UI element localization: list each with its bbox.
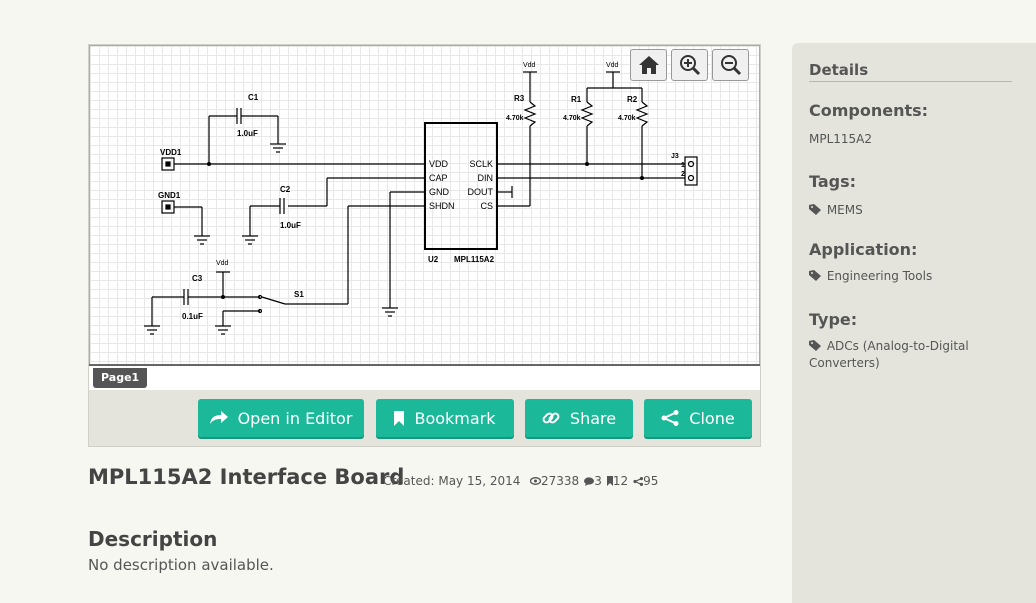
application-value[interactable]: Engineering Tools xyxy=(809,268,1009,285)
components-value[interactable]: MPL115A2 xyxy=(809,131,1009,148)
project-title: MPL115A2 Interface Board xyxy=(88,465,405,489)
application-value-text: Engineering Tools xyxy=(826,269,933,283)
comment-icon xyxy=(584,476,595,486)
description-text: No description available. xyxy=(88,556,274,574)
tag-mems-text: MEMS xyxy=(826,203,863,217)
components-label: Components: xyxy=(809,101,929,120)
c1-label: C1 xyxy=(248,93,259,102)
r3-value: 4.70k xyxy=(506,115,524,122)
vdd-label-r3: Vdd xyxy=(523,62,536,69)
pin-cs: CS xyxy=(480,201,493,211)
details-sidebar: Details Components: MPL115A2 Tags: MEMS … xyxy=(792,43,1036,603)
application-label: Application: xyxy=(809,240,918,259)
bookmark-icon xyxy=(394,410,405,426)
share-label: Share xyxy=(569,408,617,428)
s1-label: S1 xyxy=(294,290,304,299)
zoom-out-icon xyxy=(720,55,741,76)
pin-vdd: VDD xyxy=(429,159,449,169)
c3-label: C3 xyxy=(192,274,203,283)
type-value[interactable]: ADCs (Analog-to-Digital Converters) xyxy=(809,338,1009,372)
tags-label: Tags: xyxy=(809,172,857,191)
vdd-label-r1r2: Vdd xyxy=(606,62,619,69)
eye-icon xyxy=(530,477,541,485)
r1-value: 4.70k xyxy=(563,115,581,122)
pin-shdn: SHDN xyxy=(429,201,455,211)
tag-icon xyxy=(809,204,821,215)
share-arrow-icon xyxy=(209,411,228,424)
clone-button[interactable]: Clone xyxy=(644,399,752,437)
components-value-text: MPL115A2 xyxy=(809,132,873,146)
tag-icon xyxy=(809,270,821,281)
pin-din: DIN xyxy=(478,173,494,183)
pin-gnd: GND xyxy=(429,187,450,197)
page-tab[interactable]: Page1 xyxy=(93,368,148,388)
zoom-in-button[interactable] xyxy=(671,49,708,81)
r2-value: 4.70k xyxy=(618,115,636,122)
r2-label: R2 xyxy=(627,95,638,104)
pin-sclk: SCLK xyxy=(469,159,493,169)
views-stat: 27338 xyxy=(530,474,579,488)
pin-cap: CAP xyxy=(429,173,448,183)
open-in-editor-button[interactable]: Open in Editor xyxy=(198,399,364,437)
clones-count: 95 xyxy=(643,474,659,488)
tag-icon xyxy=(809,340,821,351)
clone-label: Clone xyxy=(689,408,735,428)
c2-label: C2 xyxy=(280,185,291,194)
r3-label: R3 xyxy=(514,94,525,103)
schematic-canvas[interactable]: VDD1 GND1 C1 1.0uF C2 1.0uF C3 0.1uF Vdd… xyxy=(89,45,760,390)
comments-stat: 3 xyxy=(584,474,602,488)
bookmark-button[interactable]: Bookmark xyxy=(376,399,514,437)
c3-value: 0.1uF xyxy=(182,312,203,321)
tag-mems[interactable]: MEMS xyxy=(809,202,1009,219)
created-date: Created: May 15, 2014 xyxy=(383,474,521,488)
home-icon xyxy=(638,56,659,74)
share-button[interactable]: Share xyxy=(525,399,633,437)
u2-name: MPL115A2 xyxy=(454,255,495,264)
type-label: Type: xyxy=(809,310,858,329)
bookmark-label: Bookmark xyxy=(414,408,496,428)
open-in-editor-label: Open in Editor xyxy=(237,408,353,428)
description-heading: Description xyxy=(88,527,218,551)
j3-pin2: 2 xyxy=(681,171,685,178)
details-heading: Details xyxy=(809,61,1012,82)
gnd1-label: GND1 xyxy=(158,191,181,200)
views-count: 27338 xyxy=(541,474,580,488)
home-button[interactable] xyxy=(630,49,667,81)
j3-pin1: 1 xyxy=(681,162,685,169)
c1-value: 1.0uF xyxy=(237,129,258,138)
r1-label: R1 xyxy=(571,95,582,104)
vdd1-label: VDD1 xyxy=(160,148,182,157)
j3-label: J3 xyxy=(671,153,679,160)
bookmarks-count: 12 xyxy=(612,474,629,488)
clones-stat: 95 xyxy=(633,474,658,488)
page-bar: Page1 xyxy=(89,364,760,390)
bookmarks-stat: 12 xyxy=(606,474,629,488)
vdd-label-c3: Vdd xyxy=(216,260,229,267)
clone-small-icon xyxy=(633,476,644,486)
c2-value: 1.0uF xyxy=(280,221,301,230)
zoom-out-button[interactable] xyxy=(712,49,749,81)
comments-count: 3 xyxy=(594,474,602,488)
clone-icon xyxy=(661,410,679,426)
link-icon xyxy=(542,412,560,424)
schematic-drawing: VDD1 GND1 C1 1.0uF C2 1.0uF C3 0.1uF Vdd… xyxy=(144,62,698,335)
type-value-text: ADCs (Analog-to-Digital Converters) xyxy=(809,339,969,370)
zoom-in-icon xyxy=(679,55,700,76)
project-stats: 27338 3 12 95 xyxy=(530,474,661,488)
u2-chip-body xyxy=(424,122,498,250)
pin-dout: DOUT xyxy=(468,187,494,197)
u2-label: U2 xyxy=(428,255,439,264)
